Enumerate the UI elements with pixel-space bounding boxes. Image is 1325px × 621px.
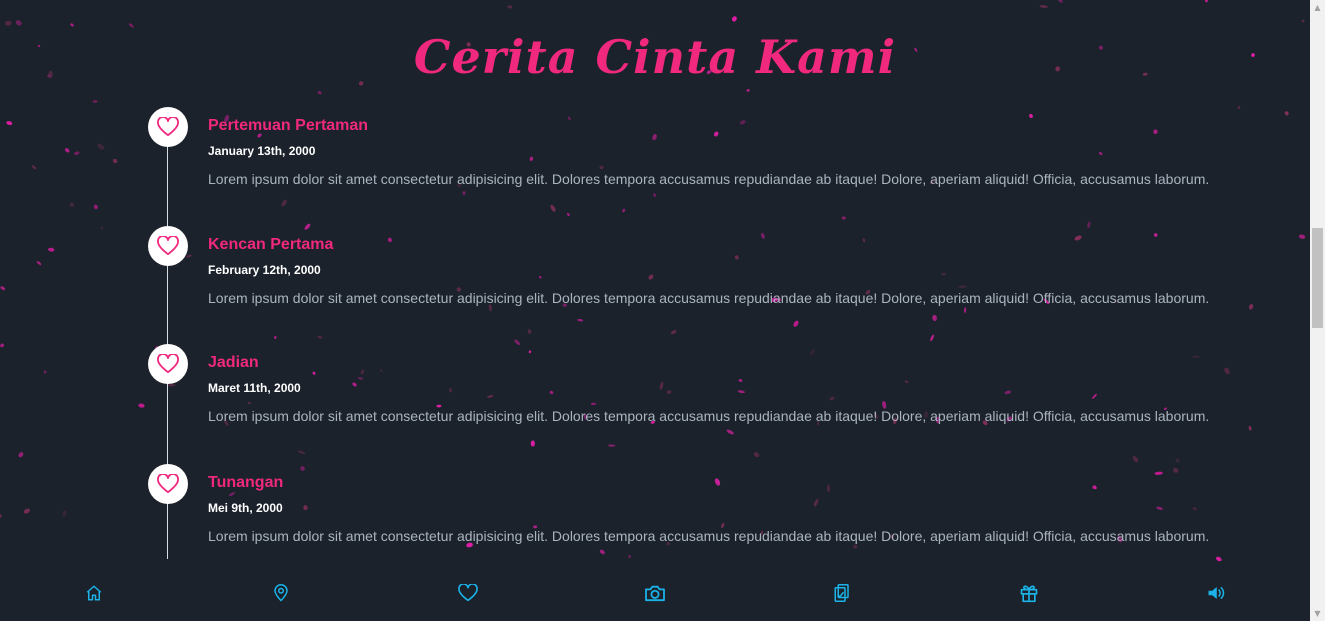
event-date: February 12th, 2000 bbox=[208, 263, 321, 277]
gift-icon bbox=[1020, 585, 1038, 603]
heart-icon bbox=[148, 464, 188, 504]
event-title: Pertemuan Pertaman bbox=[208, 117, 369, 134]
nav-music-toggle[interactable] bbox=[1205, 582, 1227, 604]
page-title: Cerita Cinta Kami bbox=[413, 30, 897, 84]
vertical-scrollbar[interactable]: ▲ ▼ bbox=[1310, 0, 1325, 621]
event-title: Tunangan bbox=[208, 474, 284, 491]
nav-home[interactable] bbox=[83, 582, 105, 604]
bottom-nav bbox=[0, 567, 1310, 621]
nav-guestbook[interactable] bbox=[831, 582, 853, 604]
timeline-event: Kencan Pertama February 12th, 2000 Lorem… bbox=[148, 226, 1209, 316]
home-icon bbox=[86, 585, 102, 601]
event-title: Jadian bbox=[208, 354, 259, 371]
heart-icon bbox=[148, 107, 188, 147]
page: Cerita Cinta Kami Pertemuan Pertaman Jan… bbox=[0, 0, 1310, 621]
nav-gallery[interactable] bbox=[644, 582, 666, 604]
heart-icon bbox=[148, 344, 188, 384]
heart-icon bbox=[148, 226, 188, 266]
event-title: Kencan Pertama bbox=[208, 236, 334, 253]
event-date: Maret 11th, 2000 bbox=[208, 381, 301, 395]
clipboard-check-icon bbox=[834, 584, 849, 602]
volume-icon bbox=[1208, 587, 1225, 599]
scrollbar-thumb[interactable] bbox=[1312, 228, 1323, 328]
heart-icon bbox=[458, 584, 478, 602]
event-description: Lorem ipsum dolor sit amet consectetur a… bbox=[208, 290, 1210, 306]
timeline-event: Tunangan Mei 9th, 2000 Lorem ipsum dolor… bbox=[148, 464, 1209, 554]
nav-love[interactable] bbox=[457, 582, 479, 604]
nav-gift[interactable] bbox=[1018, 582, 1040, 604]
event-description: Lorem ipsum dolor sit amet consectetur a… bbox=[208, 171, 1210, 187]
timeline-event: Jadian Maret 11th, 2000 Lorem ipsum dolo… bbox=[148, 344, 1209, 434]
location-pin-icon bbox=[274, 584, 288, 602]
scroll-down-arrow-icon[interactable]: ▼ bbox=[1310, 606, 1325, 621]
camera-icon bbox=[645, 585, 665, 602]
event-date: January 13th, 2000 bbox=[208, 144, 316, 158]
event-description: Lorem ipsum dolor sit amet consectetur a… bbox=[208, 528, 1210, 544]
scroll-up-arrow-icon[interactable]: ▲ bbox=[1310, 0, 1325, 15]
event-description: Lorem ipsum dolor sit amet consectetur a… bbox=[208, 408, 1210, 424]
event-date: Mei 9th, 2000 bbox=[208, 501, 283, 515]
timeline-event: Pertemuan Pertaman January 13th, 2000 Lo… bbox=[148, 107, 1209, 197]
nav-location[interactable] bbox=[270, 582, 292, 604]
